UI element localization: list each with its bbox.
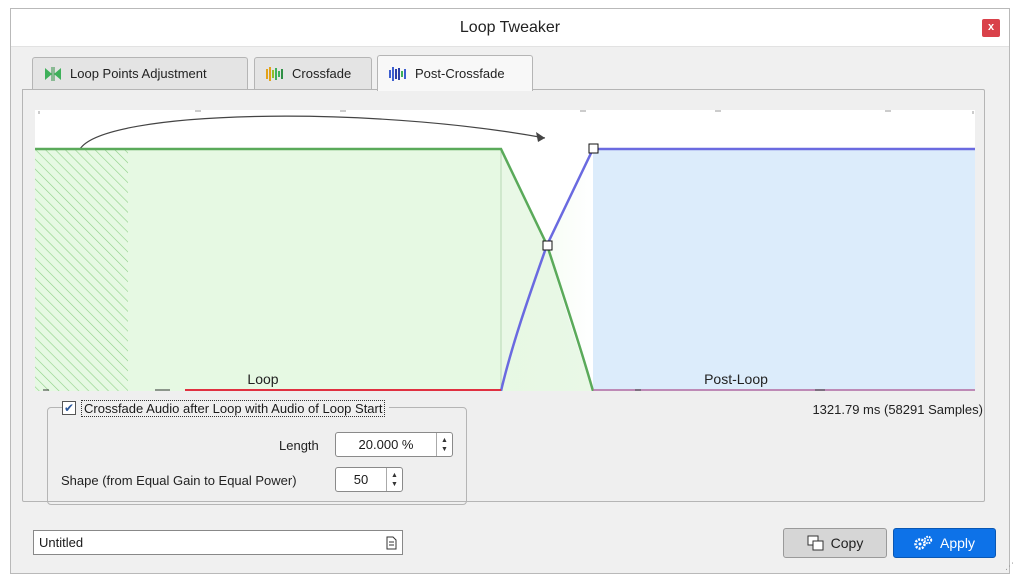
tab-label: Crossfade xyxy=(292,66,352,81)
tab-loop-points-adjustment[interactable]: Loop Points Adjustment xyxy=(32,57,248,89)
crossfade-display[interactable]: Loop Post-Loop xyxy=(35,110,975,392)
length-value[interactable]: 20.000 % xyxy=(336,437,436,452)
length-stepper[interactable]: 20.000 % ▲ ▼ xyxy=(335,432,453,457)
loop-arrow xyxy=(79,115,546,150)
post-crossfade-icon xyxy=(388,66,408,82)
loop-label: Loop xyxy=(247,371,278,387)
preset-menu-icon[interactable] xyxy=(380,536,402,550)
copy-icon xyxy=(807,535,825,551)
post-loop-region xyxy=(593,149,975,391)
length-stepper-arrows[interactable]: ▲ ▼ xyxy=(436,433,452,456)
preset-name-field[interactable]: Untitled xyxy=(33,530,403,555)
crossfade-enable-checkbox[interactable]: ✔ xyxy=(62,401,76,415)
crossfade-mid-handle[interactable] xyxy=(542,240,553,251)
apply-button[interactable]: Apply xyxy=(893,528,996,558)
crossfade-enable-label[interactable]: Crossfade Audio after Loop with Audio of… xyxy=(81,399,386,417)
arrow-down-icon[interactable]: ▼ xyxy=(391,480,398,489)
preset-name-value[interactable]: Untitled xyxy=(39,535,380,550)
arrow-up-icon[interactable]: ▲ xyxy=(441,436,448,445)
tab-label: Loop Points Adjustment xyxy=(70,66,207,81)
duration-readout: 1321.79 ms (58291 Samples) xyxy=(812,402,983,417)
length-label: Length xyxy=(279,438,319,453)
crossfade-icon xyxy=(265,66,285,82)
crossfade-end-handle[interactable] xyxy=(588,143,599,154)
tab-post-crossfade[interactable]: Post-Crossfade xyxy=(377,55,533,91)
shape-value[interactable]: 50 xyxy=(336,472,386,487)
arrow-down-icon[interactable]: ▼ xyxy=(441,445,448,454)
tab-label: Post-Crossfade xyxy=(415,66,505,81)
window-title: Loop Tweaker xyxy=(459,19,561,36)
pre-loop-hatch xyxy=(35,149,128,391)
shape-label: Shape (from Equal Gain to Equal Power) xyxy=(61,473,297,488)
crossfade-graph: Loop Post-Loop xyxy=(35,110,975,392)
tab-crossfade[interactable]: Crossfade xyxy=(254,57,372,89)
copy-label: Copy xyxy=(830,535,864,551)
loop-arrow-head xyxy=(536,132,545,142)
close-button[interactable]: x xyxy=(982,19,1000,37)
loop-points-icon xyxy=(43,66,63,82)
shape-stepper[interactable]: 50 ▲ ▼ xyxy=(335,467,403,492)
post-loop-label: Post-Loop xyxy=(704,371,768,387)
title-bar: Loop Tweaker x xyxy=(11,9,1009,47)
arrow-up-icon[interactable]: ▲ xyxy=(391,471,398,480)
top-ruler xyxy=(38,110,974,114)
apply-label: Apply xyxy=(939,535,976,551)
resize-grip-icon[interactable]: ⋰ xyxy=(1005,562,1015,574)
crossfade-enable-row[interactable]: ✔ Crossfade Audio after Loop with Audio … xyxy=(62,399,390,417)
shape-stepper-arrows[interactable]: ▲ ▼ xyxy=(386,468,402,491)
gears-icon xyxy=(914,535,934,551)
copy-button[interactable]: Copy xyxy=(783,528,887,558)
